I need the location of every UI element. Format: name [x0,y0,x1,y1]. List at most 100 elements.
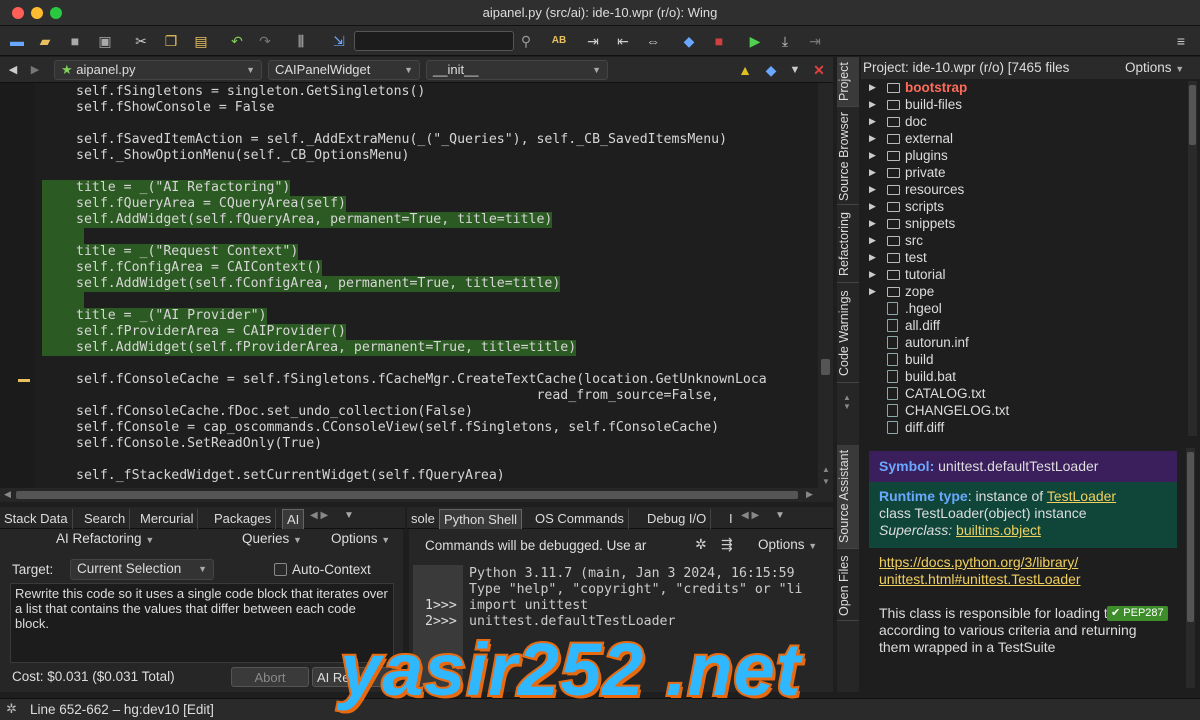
cut-icon[interactable]: ✂ [132,32,150,50]
tab-packages[interactable]: Packages [210,509,277,529]
redo-icon[interactable]: ↷ [256,32,274,50]
spell-icon[interactable]: AB [550,32,568,50]
code-line[interactable]: self.fConsole = cap_oscommands.CConsoleV… [76,420,719,436]
code-line[interactable]: title = _("Request Context") [42,244,299,260]
folder-item[interactable]: ▶ snippets [861,215,1185,232]
expand-arrow-icon[interactable]: ▶ [869,232,876,249]
code-line[interactable]: self.fProviderArea = CAIProvider() [42,324,346,340]
auto-context-checkbox[interactable] [274,563,287,576]
shell-options-menu[interactable]: Options ▼ [758,537,817,552]
tab-refactoring[interactable]: Refactoring [837,207,859,283]
prompt-textarea[interactable]: Rewrite this code so it uses a single co… [10,583,394,663]
right-tabs-menu-icon[interactable]: ▼ [775,510,785,521]
warning-icon[interactable]: ▲ [736,61,754,79]
tabs-prev-icon[interactable]: ◀ ▶ [310,510,328,521]
file-item[interactable]: CATALOG.txt [861,385,1185,402]
bug-icon[interactable]: ✲ [6,701,17,717]
code-line[interactable] [76,356,84,372]
shell-add-icon[interactable]: ⇶ [721,536,733,553]
minimize-window-button[interactable] [31,7,43,19]
zoom-window-button[interactable] [50,7,62,19]
side-scroll-icon[interactable]: ▲ ▼ [843,393,851,411]
file-selector[interactable]: ★ aipanel.py ▼ [54,60,262,80]
doc-link[interactable]: https://docs.python.org/3/library/ unitt… [879,554,1081,588]
code-line[interactable]: self.fShowConsole = False [76,100,275,116]
expand-arrow-icon[interactable]: ▶ [869,164,876,181]
ai-options-menu[interactable]: Options ▼ [331,531,390,546]
folder-item[interactable]: ▶ doc [861,113,1185,130]
indent-right-icon[interactable]: ⇥ [584,32,602,50]
file-item[interactable]: autorun.inf [861,334,1185,351]
folder-item[interactable]: ▶ test [861,249,1185,266]
folder-item[interactable]: ▶ zope [861,283,1185,300]
undo-icon[interactable]: ↶ [228,32,246,50]
tab-code-warnings[interactable]: Code Warnings [837,285,859,383]
tabs-menu-icon[interactable]: ▼ [344,510,354,521]
tab-source-browser[interactable]: Source Browser [837,109,859,205]
new-file-icon[interactable]: ▬ [8,32,26,50]
code-line[interactable]: self._ShowOptionMenu(self._CB_OptionsMen… [76,148,409,164]
file-item[interactable]: build [861,351,1185,368]
code-line[interactable] [76,164,84,180]
file-item[interactable]: diff.diff [861,419,1185,436]
python-icon[interactable]: ◆ [680,32,698,50]
expand-arrow-icon[interactable]: ▶ [869,79,876,96]
method-selector[interactable]: __init__ ▼ [426,60,608,80]
runtime-type-link[interactable]: TestLoader [1047,488,1116,504]
code-line[interactable]: read_from_source=False, [76,388,719,404]
expand-arrow-icon[interactable]: ▶ [869,113,876,130]
expand-arrow-icon[interactable]: ▶ [869,130,876,147]
editor-vertical-scrollbar[interactable]: ▲ ▼ [818,83,833,488]
tab-ai[interactable]: AI [282,509,305,529]
debug-bug-icon[interactable]: ✲ [695,536,707,553]
paste-icon[interactable]: ▤ [192,32,210,50]
target-selector[interactable]: Current Selection ▼ [70,559,214,580]
stop-icon[interactable]: ■ [710,32,728,50]
abort-button[interactable]: Abort [231,667,309,687]
code-line[interactable]: self.fConsoleCache.fDoc.set_undo_collect… [76,404,473,420]
project-scrollbar[interactable] [1188,81,1197,436]
project-options-menu[interactable]: Options ▼ [1125,57,1184,80]
expand-arrow-icon[interactable]: ▶ [869,147,876,164]
folder-item[interactable]: ▶ external [861,130,1185,147]
code-line[interactable]: self.fSingletons = singleton.GetSingleto… [76,84,425,100]
forward-icon[interactable]: ▶ [26,61,44,79]
code-line[interactable] [76,116,84,132]
indent-toggle-icon[interactable]: ⇔ [644,32,662,50]
folder-item[interactable]: ▶ tutorial [861,266,1185,283]
class-selector[interactable]: CAIPanelWidget ▼ [268,60,420,80]
folder-item[interactable]: ▶ resources [861,181,1185,198]
expand-arrow-icon[interactable]: ▶ [869,181,876,198]
expand-arrow-icon[interactable]: ▶ [869,266,876,283]
code-line[interactable]: title = _("AI Provider") [42,308,267,324]
code-line[interactable] [42,292,84,308]
folder-item[interactable]: ▶ src [861,232,1185,249]
back-icon[interactable]: ◀ [4,61,22,79]
file-item[interactable]: all.diff [861,317,1185,334]
file-item[interactable]: .hgeol [861,300,1185,317]
right-tabs-nav-icon[interactable]: ◀ ▶ [741,510,759,521]
tab-stack-data[interactable]: Stack Data [0,509,73,529]
code-line[interactable]: self._fStackedWidget.setCurrentWidget(se… [76,468,505,484]
save-all-icon[interactable]: ▣ [96,32,114,50]
folder-item[interactable]: ▶ scripts [861,198,1185,215]
code-line[interactable] [76,452,84,468]
folder-item[interactable]: ▶ private [861,164,1185,181]
file-item[interactable]: build.bat [861,368,1185,385]
indent-icon[interactable]: ⫼ [292,32,310,50]
save-icon[interactable]: ■ [66,32,84,50]
assistant-scrollbar[interactable] [1186,448,1195,688]
code-line[interactable]: self.AddWidget(self.fProviderArea, perma… [42,340,577,356]
folder-item[interactable]: ▶ plugins [861,147,1185,164]
code-line[interactable]: self.AddWidget(self.fConfigArea, permane… [42,276,561,292]
options-chevron-icon[interactable]: ▼ [786,61,804,79]
tab-os-commands[interactable]: OS Commands [531,509,629,529]
python-options-icon[interactable]: ◆ [762,61,780,79]
tab-source-assistant[interactable]: Source Assistant [837,445,859,549]
editor-horizontal-scrollbar[interactable]: ◀ ▶ [0,488,833,502]
code-line[interactable]: self.AddWidget(self.fQueryArea, permanen… [42,212,553,228]
queries-menu[interactable]: Queries ▼ [242,531,302,546]
step-out-icon[interactable]: ⇥ [806,32,824,50]
expand-arrow-icon[interactable]: ▶ [869,249,876,266]
search-icon[interactable]: ⚲ [517,32,535,50]
